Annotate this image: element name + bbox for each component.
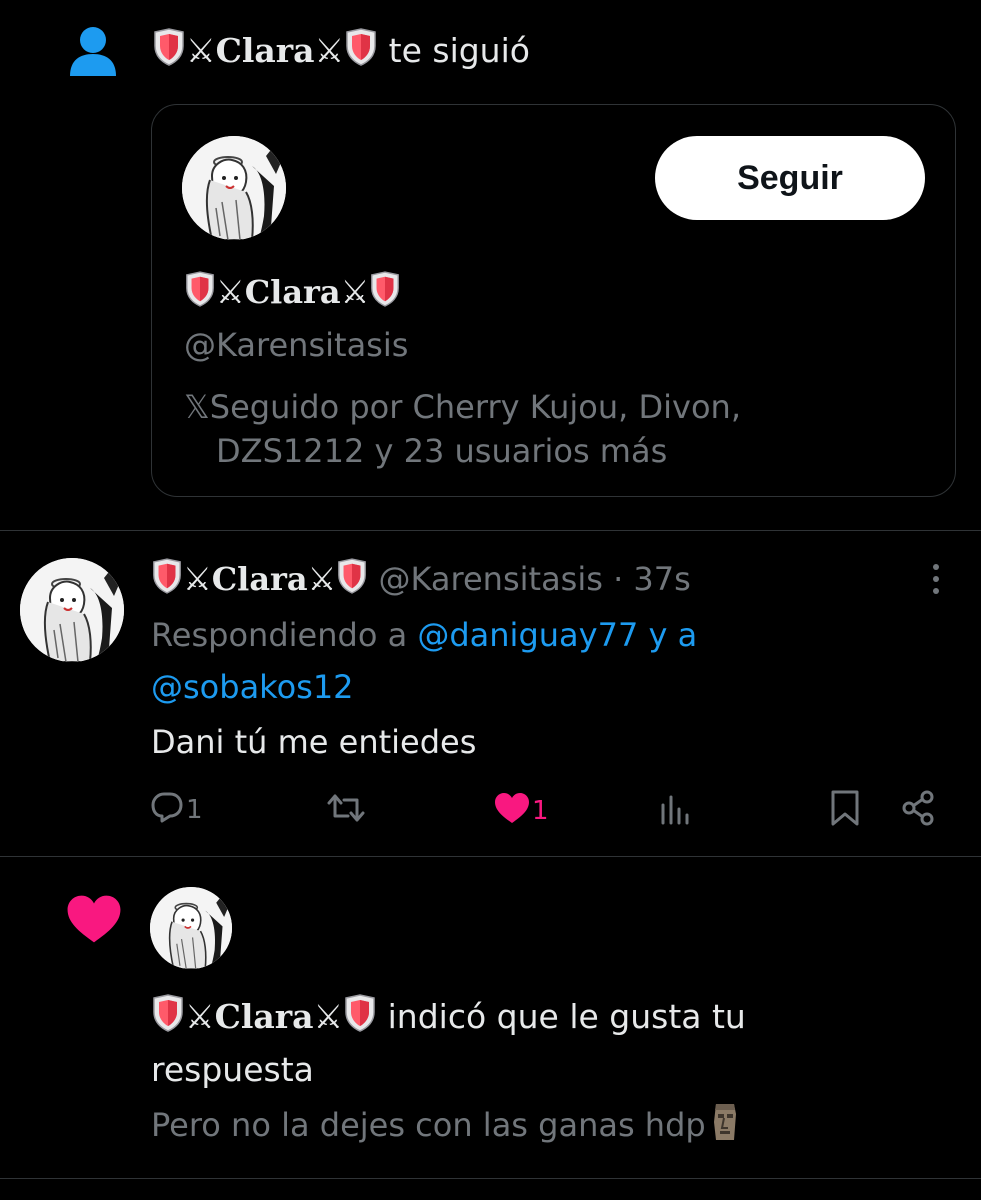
share-icon: [900, 790, 936, 833]
quoted-text: Pero no la dejes con las ganas hdp: [151, 1106, 706, 1144]
shield-emoji-icon: [151, 558, 183, 603]
retweet-button[interactable]: [326, 794, 366, 828]
shield-emoji-icon: [336, 558, 368, 603]
tweet-display-name[interactable]: Clara: [212, 560, 308, 598]
swords-icon: ⚔: [186, 31, 216, 70]
follow-action-text: te siguió: [388, 31, 530, 70]
display-name[interactable]: Clara: [216, 31, 315, 70]
avatar[interactable]: [150, 887, 232, 969]
follow-button[interactable]: Seguir: [655, 136, 925, 220]
tweet-text: Dani tú me entiedes: [151, 723, 477, 761]
shield-emoji-icon: [152, 28, 186, 75]
shield-emoji-icon: [343, 994, 377, 1043]
like-headline: ⚔Clara⚔ indicó que le gusta tu: [151, 994, 931, 1043]
avatar[interactable]: [182, 136, 286, 240]
shield-emoji-icon: [369, 271, 401, 316]
card-name-text: Clara: [244, 273, 341, 311]
like-action-text: indicó que le gusta tu: [387, 997, 746, 1036]
like-action-text-line2: respuesta: [151, 1050, 314, 1089]
swords-icon: ⚔: [216, 273, 245, 311]
swords-icon: ⚔: [313, 997, 344, 1036]
quoted-reply-text: Pero no la dejes con las ganas hdp: [151, 1102, 742, 1153]
bookmark-icon: [830, 789, 860, 834]
replying-prefix: Respondiendo a: [151, 616, 408, 654]
views-icon: [660, 793, 692, 832]
like-count: 1: [532, 796, 549, 826]
retweet-icon: [326, 792, 366, 831]
followed-by-line2: DZS1212 y 23 usuarios más: [216, 432, 668, 470]
shield-emoji-icon: [151, 994, 185, 1043]
profile-card[interactable]: Seguir ⚔Clara⚔ @Karensitasis 𝕏Seguido po…: [151, 104, 956, 497]
mention-link[interactable]: @sobakos12: [151, 668, 354, 706]
mention-joiner: y a: [648, 616, 698, 654]
card-handle: @Karensitasis: [184, 326, 409, 364]
like-button[interactable]: 1: [494, 792, 549, 831]
swords-icon: ⚔: [314, 31, 345, 70]
replying-to: Respondiendo a @daniguay77 y a @sobakos1…: [151, 609, 791, 713]
followed-by-line1: 𝕏Seguido por Cherry Kujou, Divon,: [184, 388, 741, 426]
swords-icon: ⚔: [183, 560, 212, 598]
moai-emoji-icon: [708, 1102, 742, 1153]
shield-emoji-icon: [344, 28, 378, 75]
reply-button[interactable]: 1: [150, 792, 203, 828]
reply-icon: [150, 790, 184, 831]
person-icon: [66, 26, 120, 78]
avatar[interactable]: [20, 558, 124, 662]
reply-count: 1: [186, 795, 203, 825]
heart-icon: [66, 894, 122, 944]
divider: [0, 1178, 981, 1179]
bookmark-button[interactable]: [830, 790, 860, 830]
heart-filled-icon: [494, 792, 530, 831]
more-options-icon[interactable]: [926, 562, 946, 598]
follow-headline: ⚔Clara⚔ te siguió: [152, 28, 530, 75]
liker-name[interactable]: Clara: [215, 997, 314, 1036]
views-button[interactable]: [660, 795, 692, 828]
tweet-header: ⚔Clara⚔ @Karensitasis · 37s: [151, 558, 691, 603]
swords-icon: ⚔: [185, 997, 215, 1036]
card-display-name: ⚔Clara⚔: [184, 271, 401, 316]
shield-emoji-icon: [184, 271, 216, 316]
tweet-handle[interactable]: @Karensitasis: [379, 560, 603, 598]
swords-icon: ⚔: [307, 560, 337, 598]
tweet-time[interactable]: · 37s: [613, 560, 691, 598]
divider: [0, 530, 981, 531]
divider: [0, 856, 981, 857]
swords-icon: ⚔: [340, 273, 370, 311]
share-button[interactable]: [900, 790, 936, 833]
mention-link[interactable]: @daniguay77: [417, 616, 638, 654]
